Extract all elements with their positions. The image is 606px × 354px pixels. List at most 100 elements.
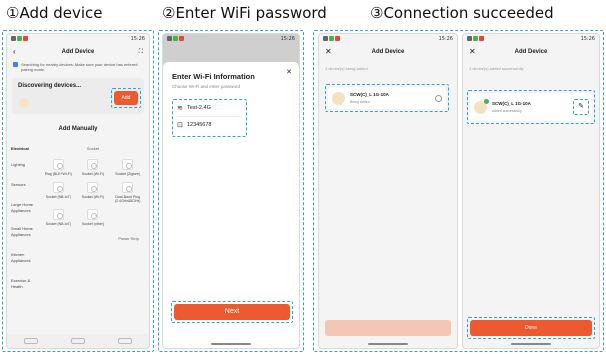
notification-icon	[23, 36, 28, 41]
signal-icon	[11, 36, 16, 41]
discovering-card: Discovering devices... Add	[12, 78, 144, 114]
done-button[interactable]: Done	[470, 320, 592, 336]
category-large-appliances[interactable]: Large Home Appliances	[11, 202, 41, 214]
toolbar-button[interactable]	[118, 338, 133, 344]
loading-icon	[435, 95, 442, 102]
success-check-icon	[484, 99, 489, 104]
tile-label: Dual-Band Plug (2.4GHz&5GHz)	[114, 195, 141, 203]
device-avatar	[332, 92, 345, 105]
socket-icon	[87, 182, 99, 193]
tile-label: Socket (NB-IoT)	[45, 222, 71, 226]
category-health[interactable]: Exercise & Health	[11, 278, 41, 290]
status-bar: 15:26	[163, 34, 299, 44]
category-list: Electrical Lighting Sensors Large Home A…	[11, 146, 41, 290]
field-divider	[177, 116, 242, 117]
tile-label: Socket (other)	[82, 222, 104, 226]
notification-icon	[179, 36, 184, 41]
device-card[interactable]: SCW(C)_L 1G-10A added successfully ✎	[470, 93, 592, 121]
lock-icon: ⊡	[177, 122, 183, 129]
notification-icon	[479, 36, 484, 41]
device-status: Being added	[350, 100, 370, 104]
step-title-connection-succeeded: ③Connection succeeded	[370, 4, 554, 22]
page-title: Add Device	[514, 49, 548, 55]
signal-icon	[467, 36, 472, 41]
done-button-highlight: Done	[467, 317, 595, 339]
device-tile[interactable]: Plug (BLE+Wi-Fi)	[41, 159, 76, 176]
header: ‹ Add Device ⛶	[7, 44, 149, 60]
status-time: 15:26	[438, 36, 453, 42]
device-tile[interactable]: Socket (NB-IoT)	[41, 209, 76, 226]
next-button-highlight: Next	[171, 301, 293, 323]
page-title: Add Device	[371, 49, 405, 55]
page-title: Add Device	[61, 49, 95, 55]
toolbar-button[interactable]	[23, 338, 38, 344]
wifi-name-value: Test-2.4G	[187, 105, 211, 111]
add-button[interactable]: Add	[114, 91, 138, 105]
plug-icon	[52, 159, 64, 170]
close-icon[interactable]: ✕	[469, 44, 476, 60]
add-button-highlight: Add	[111, 88, 141, 108]
back-icon[interactable]: ‹	[13, 44, 16, 60]
home-indicator	[211, 343, 251, 345]
status-bar: 15:26	[319, 34, 457, 44]
wifi-icon: ≋	[177, 105, 183, 112]
category-electrical[interactable]: Electrical	[11, 146, 41, 152]
header: ✕ Add Device	[463, 44, 599, 60]
category-small-appliances[interactable]: Small Home Appliances	[11, 226, 41, 238]
discovering-label: Discovering devices...	[18, 83, 82, 89]
toolbar-button[interactable]	[70, 338, 85, 344]
status-time: 15:26	[580, 36, 595, 42]
plug-icon	[122, 182, 134, 193]
device-tile[interactable]: Dual-Band Plug (2.4GHz&5GHz)	[110, 182, 145, 203]
device-tile[interactable]: Socket (Wi-Fi)	[76, 159, 111, 176]
done-button-disabled	[325, 320, 451, 336]
search-tip: Searching for nearby devices. Make sure …	[7, 60, 149, 74]
device-card-highlight: SCW(C)_L 1G-10A added successfully ✎	[467, 90, 595, 124]
category-lighting[interactable]: Lighting	[11, 162, 41, 168]
wifi-icon	[329, 36, 334, 41]
bottom-toolbar	[7, 334, 149, 348]
close-icon[interactable]: ✕	[286, 68, 292, 76]
socket-header: Socket	[86, 146, 100, 151]
edit-icon[interactable]: ✎	[573, 99, 589, 115]
socket-icon	[87, 159, 99, 170]
loading-icon	[19, 98, 29, 108]
device-tile[interactable]: Socket (Wi-Fi)	[76, 182, 111, 203]
wifi-password-value: 12345678	[187, 122, 212, 128]
signal-icon	[323, 36, 328, 41]
wifi-fields-highlight: ≋ Test-2.4G ⇄ ⊡ 12345678 ◎	[172, 99, 247, 137]
device-name: SCW(C)_L 1G-10A	[492, 101, 531, 106]
tile-label: Socket (Wi-Fi)	[81, 195, 105, 199]
device-tile[interactable]: Socket (NB-IoT)	[41, 182, 76, 203]
scan-icon[interactable]: ⛶	[139, 44, 143, 60]
panel-connection-succeeded: 15:26 ✕ Add Device 1 device(s) being add…	[313, 30, 604, 352]
category-section: Electrical Lighting Sensors Large Home A…	[7, 146, 149, 290]
device-card[interactable]: SCW(C)_L 1G-10A Being added	[328, 87, 446, 109]
phone-screen-added: 15:26 ✕ Add Device 1 device(s) added suc…	[463, 34, 599, 348]
socket-icon	[52, 209, 64, 220]
socket-icon	[122, 159, 134, 170]
step-title-add-device: ①Add device	[6, 4, 103, 22]
device-tile[interactable]: Socket (Zigbee)	[110, 159, 145, 176]
phone-screen-add-device: 15:26 ‹ Add Device ⛶ Searching for nearb…	[7, 34, 149, 348]
wifi-icon	[17, 36, 22, 41]
close-icon[interactable]: ✕	[325, 44, 332, 60]
device-card-highlight: SCW(C)_L 1G-10A Being added	[325, 84, 449, 112]
panel-add-device: 15:26 ‹ Add Device ⛶ Searching for nearb…	[2, 30, 154, 352]
wifi-name-field[interactable]: ≋ Test-2.4G ⇄	[173, 102, 246, 114]
category-kitchen[interactable]: Kitchen Appliances	[11, 252, 41, 264]
next-button[interactable]: Next	[174, 304, 290, 320]
add-manually-title: Add Manually	[58, 126, 98, 132]
status-bar: 15:26	[7, 34, 149, 44]
device-tile[interactable]: Socket (other)	[76, 209, 111, 226]
home-indicator	[368, 343, 408, 345]
category-sensors[interactable]: Sensors	[11, 182, 41, 188]
wifi-icon	[473, 36, 478, 41]
wifi-sheet-title: Enter Wi-Fi Information	[172, 72, 255, 81]
wifi-password-field[interactable]: ⊡ 12345678 ◎	[173, 119, 246, 131]
phone-screen-wifi: 15:26 ✕ Enter Wi-Fi Information Choose W…	[163, 34, 299, 348]
wifi-sheet-subtitle: Choose Wi-Fi and enter password	[172, 84, 241, 89]
socket-icon	[87, 209, 99, 220]
wifi-icon	[173, 36, 178, 41]
panel-enter-wifi: 15:26 ✕ Enter Wi-Fi Information Choose W…	[158, 30, 304, 352]
